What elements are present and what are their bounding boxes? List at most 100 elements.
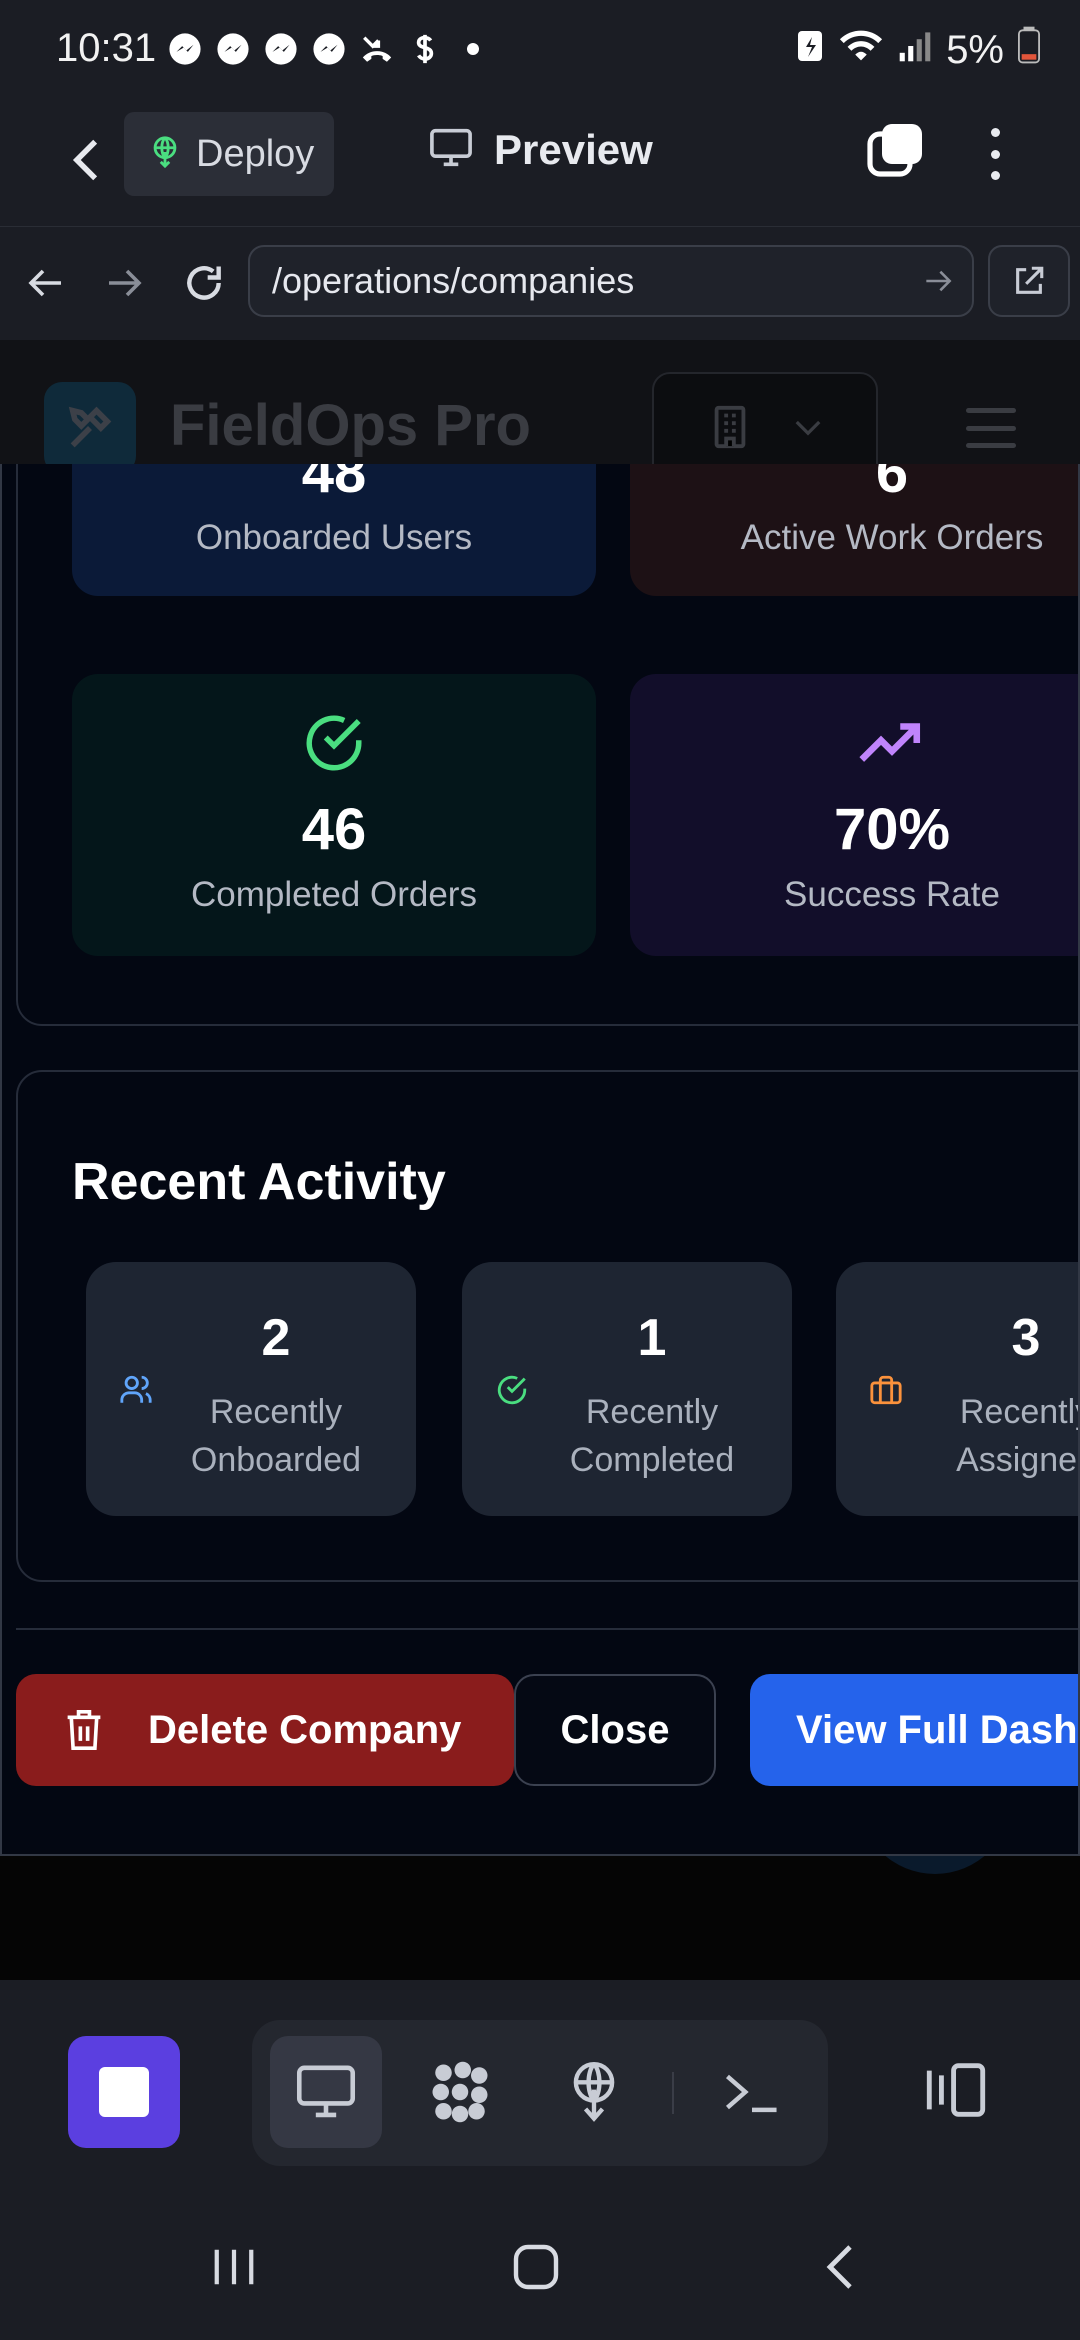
status-right: 5%: [796, 26, 1040, 74]
signal-icon: [898, 28, 932, 73]
open-external-button[interactable]: [988, 245, 1070, 317]
stat-value: 70%: [833, 797, 951, 862]
activity-card-onboarded: 2 Recently Onboarded: [86, 1262, 416, 1516]
reload-icon: [187, 266, 221, 300]
terminal-tool-button[interactable]: [696, 2036, 808, 2148]
battery-percent: 5%: [946, 27, 1004, 72]
stat-card-onboarded-users: 48 Onboarded Users: [72, 464, 596, 596]
trash-icon: [67, 1710, 101, 1750]
url-toolbar: /operations/companies: [0, 226, 1080, 340]
tabs-switcher-button[interactable]: [866, 122, 926, 182]
arrow-left-icon: [28, 269, 61, 297]
view-dashboard-label: View Full Dashboard: [796, 1707, 1078, 1752]
stat-card-active-work-orders: 6 Active Work Orders: [630, 464, 1078, 596]
go-icon[interactable]: [918, 261, 958, 301]
url-input[interactable]: /operations/companies: [248, 245, 974, 317]
stat-value: 48: [301, 464, 367, 505]
recent-activity-title: Recent Activity: [72, 1153, 446, 1211]
chevron-down-icon: [795, 420, 821, 436]
check-circle-icon: [299, 708, 369, 778]
url-text: /operations/companies: [272, 260, 635, 301]
view-full-dashboard-button[interactable]: View Full Dashboard: [750, 1674, 1078, 1786]
stop-icon: [99, 2067, 149, 2117]
deploy-label: Deploy: [196, 132, 315, 175]
stat-card-success-rate: 70% Success Rate: [630, 674, 1078, 956]
recent-apps-button[interactable]: [194, 2232, 274, 2302]
activity-value: 3: [1011, 1309, 1041, 1367]
delete-company-button[interactable]: Delete Company: [16, 1674, 514, 1786]
chevron-left-icon: [826, 2245, 852, 2289]
activity-card-assigned: 3 Recently Assigned: [836, 1262, 1080, 1516]
stat-label: Success Rate: [784, 875, 1000, 914]
site-header: FieldOps Pro: [0, 340, 1080, 482]
arrow-right-icon: [109, 269, 142, 297]
messenger-icon: [262, 30, 300, 68]
tabs-icon: [867, 124, 922, 177]
monitor-icon: [428, 128, 474, 173]
delete-company-label: Delete Company: [148, 1707, 462, 1752]
site-title: FieldOps Pro: [170, 393, 531, 458]
preview-tab[interactable]: Preview: [428, 126, 653, 174]
status-bar: 10:31 5%: [0, 0, 1080, 104]
deploy-icon: [573, 2062, 615, 2122]
close-button[interactable]: Close: [514, 1674, 716, 1786]
deploy-icon: [148, 134, 182, 175]
browser-back-button[interactable]: [18, 255, 74, 311]
chevron-left-icon: [72, 139, 98, 181]
back-button[interactable]: [56, 130, 116, 190]
messenger-icon: [166, 30, 204, 68]
web-viewport: FieldOps Pro 48 Onboarded Users 6 Active…: [0, 340, 1080, 1980]
home-button[interactable]: [496, 2232, 576, 2302]
deploy-button[interactable]: Deploy: [124, 112, 334, 196]
tool-group: [252, 2020, 828, 2166]
stat-value: 46: [301, 797, 367, 862]
grid-dots-icon: [432, 2061, 488, 2123]
recents-icon: [214, 2249, 254, 2285]
battery-saver-icon: [796, 27, 824, 73]
stat-card-completed-orders: 46 Completed Orders: [72, 674, 596, 956]
stat-label: Active Work Orders: [740, 518, 1044, 557]
trending-up-icon: [857, 708, 927, 778]
monitor-icon: [296, 2065, 356, 2118]
tools-logo-icon: [44, 382, 136, 474]
stat-value: 6: [875, 464, 909, 505]
reload-button[interactable]: [176, 255, 232, 311]
preview-tool-button[interactable]: [270, 2036, 382, 2148]
wifi-icon: [838, 27, 884, 73]
more-options-button[interactable]: [970, 122, 1020, 186]
activity-card-completed: 1 Recently Completed: [462, 1262, 792, 1516]
briefcase-icon: [866, 1370, 906, 1410]
stat-label: Onboarded Users: [195, 518, 473, 557]
terminal-icon: [725, 2074, 777, 2113]
status-time: 10:31: [56, 26, 157, 70]
app-bar: Deploy Preview: [0, 104, 1080, 226]
system-back-button[interactable]: [800, 2232, 880, 2302]
check-circle-icon: [492, 1370, 532, 1410]
dollar-icon: [406, 30, 444, 68]
battery-icon: [1018, 26, 1040, 74]
close-label: Close: [560, 1707, 670, 1752]
menu-button[interactable]: [966, 408, 1016, 448]
users-icon: [116, 1370, 156, 1410]
preview-label: Preview: [494, 126, 653, 173]
building-icon: [714, 405, 746, 449]
ide-toolbar: [0, 1980, 1080, 2196]
tool-separator: [672, 2072, 674, 2114]
split-panel-icon: [926, 2063, 986, 2117]
messenger-icon: [310, 30, 348, 68]
stat-label: Completed Orders: [191, 875, 477, 914]
home-icon: [513, 2244, 559, 2290]
agents-tool-button[interactable]: [404, 2036, 516, 2148]
stop-button[interactable]: [68, 2036, 180, 2148]
activity-value: 2: [261, 1309, 291, 1367]
panel-toggle-button[interactable]: [916, 2040, 996, 2140]
browser-forward-button[interactable]: [96, 255, 152, 311]
footer-divider: [16, 1628, 1078, 1630]
missed-call-icon: [358, 30, 396, 68]
dot-icon: [454, 30, 492, 68]
deploy-tool-button[interactable]: [538, 2036, 650, 2148]
messenger-icon: [214, 30, 252, 68]
system-navigation-bar: [0, 2190, 1080, 2340]
external-link-icon: [1016, 266, 1044, 294]
activity-label: Recently Assigned: [956, 1393, 1080, 1479]
